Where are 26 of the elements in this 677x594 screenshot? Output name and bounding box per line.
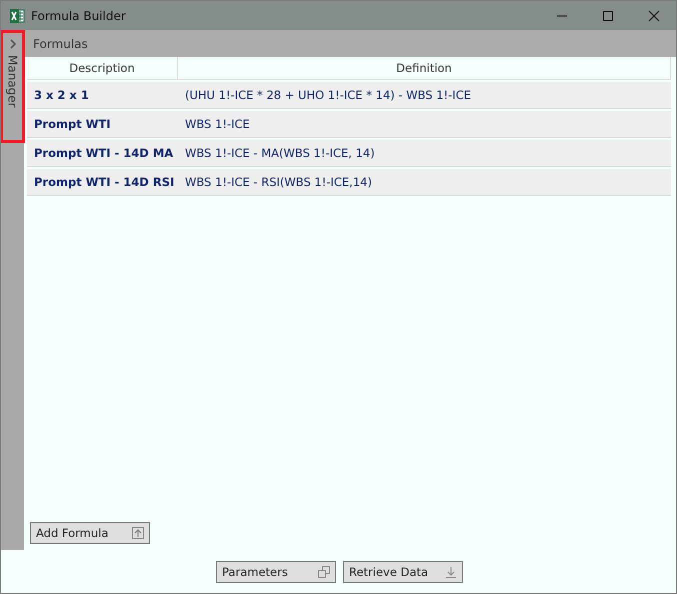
- upload-icon: [132, 527, 144, 539]
- formula-definition: WBS 1!-ICE - RSI(WBS 1!-ICE,14): [184, 175, 373, 189]
- copy-icon: [318, 566, 330, 578]
- table-row[interactable]: Prompt WTI WBS 1!-ICE: [27, 111, 671, 138]
- chevron-icon: [8, 39, 16, 49]
- close-icon[interactable]: [648, 10, 660, 22]
- formula-definition: WBS 1!-ICE - MA(WBS 1!-ICE, 14): [184, 146, 376, 160]
- formula-name: Prompt WTI: [33, 117, 112, 131]
- panel-title: Formulas: [33, 36, 88, 50]
- table-row[interactable]: Prompt WTI - 14D RSI WBS 1!-ICE - RSI(WBS 1!-ICE,14): [27, 169, 671, 196]
- window-title: Formula Builder: [31, 8, 126, 22]
- download-icon: [445, 566, 457, 578]
- column-header[interactable]: Description: [27, 57, 178, 79]
- formula-definition: (UHU 1!-ICE * 28 + UHO 1!-ICE * 14) - WBS 1!-ICE: [184, 88, 472, 102]
- formula-name: Prompt WTI - 14D MA: [33, 146, 174, 160]
- formula-name: 3 x 2 x 1: [33, 88, 90, 102]
- footer-button[interactable]: Retrieve Data: [343, 560, 463, 582]
- footer-button[interactable]: Parameters: [216, 560, 336, 582]
- table-row[interactable]: Prompt WTI - 14D MA WBS 1!-ICE - MA(WBS 1!-ICE, 14): [27, 140, 671, 167]
- formula-definition: WBS 1!-ICE: [184, 117, 251, 131]
- add-formula-button[interactable]: Add Formula: [30, 522, 150, 544]
- column-header[interactable]: Definition: [178, 57, 671, 79]
- spreadsheet-icon: [9, 8, 25, 24]
- formula-name: Prompt WTI - 14D RSI: [33, 175, 176, 189]
- maximize-icon[interactable]: [602, 10, 614, 22]
- table-row[interactable]: 3 x 2 x 1 (UHU 1!-ICE * 28 + UHO 1!-ICE * 14) - WBS 1!-ICE: [27, 82, 671, 109]
